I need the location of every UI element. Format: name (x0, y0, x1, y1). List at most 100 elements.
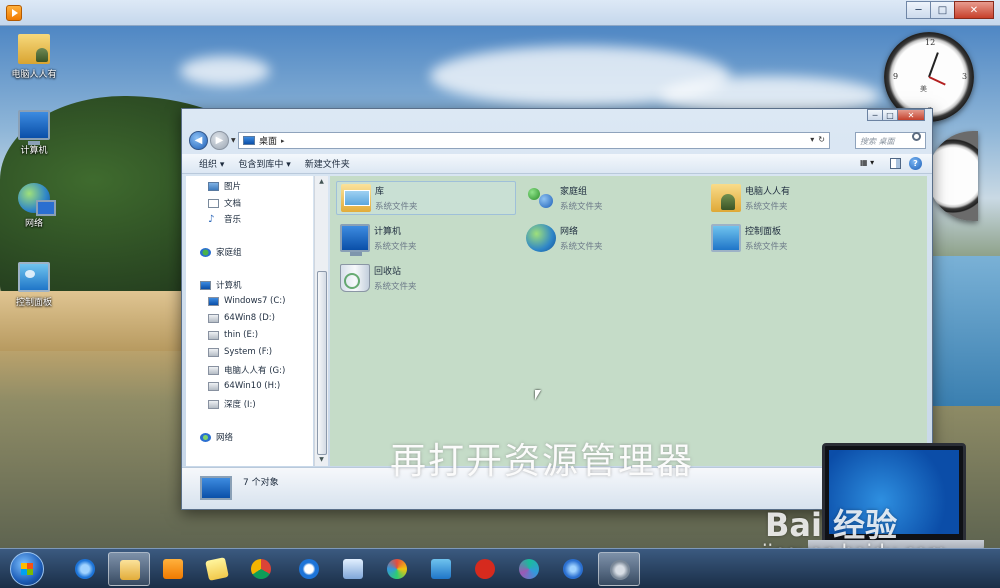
nav-item-drive-g[interactable]: 电脑人人有 (G:) (208, 364, 285, 376)
computer-icon (200, 280, 211, 290)
help-icon[interactable]: ? (909, 157, 922, 170)
computer-icon (18, 110, 50, 145)
nav-item-label: 家庭组 (216, 248, 242, 258)
nav-item-documents[interactable]: 文档 (208, 197, 241, 209)
nav-item-drive-h[interactable]: 64Win10 (H:) (208, 381, 280, 391)
taskbar-chrome[interactable] (240, 552, 282, 586)
recent-pages-dropdown[interactable]: ▼ (231, 137, 236, 144)
change-view-button[interactable]: ▦ ▾ (860, 158, 882, 170)
address-dropdown-icon[interactable]: ▾ (810, 135, 814, 144)
nav-item-drive-e[interactable]: thin (E:) (208, 330, 258, 340)
nav-item-drive-c[interactable]: Windows7 (C:) (208, 296, 285, 306)
nav-item-drive-d[interactable]: 64Win8 (D:) (208, 313, 275, 323)
list-item-user-folder[interactable]: 电脑人人有 系统文件夹 (707, 181, 790, 215)
desktop-icon-computer[interactable]: 计算机 (2, 110, 66, 156)
minimize-button[interactable]: ─ (906, 1, 931, 19)
item-type: 系统文件夹 (374, 282, 417, 292)
player-app-icon (6, 5, 22, 21)
nav-item-computer[interactable]: 计算机 (200, 279, 242, 291)
folder-user-icon (18, 34, 50, 64)
notes-icon (205, 557, 229, 581)
back-button[interactable]: ◀ (189, 131, 208, 150)
taskbar-tool[interactable] (332, 552, 374, 586)
clock-numeral: 3 (962, 72, 968, 81)
taskbar-chess[interactable] (464, 552, 506, 586)
desktop-icon-user-folder[interactable]: 电脑人人有 (2, 34, 66, 80)
list-item-network[interactable]: 网络 系统文件夹 (522, 221, 603, 255)
forward-button[interactable]: ▶ (210, 131, 229, 150)
list-item-library[interactable]: 库 系统文件夹 (336, 181, 516, 215)
control-panel-icon (18, 262, 50, 292)
tutorial-caption: 再打开资源管理器 (390, 441, 695, 482)
start-button[interactable] (10, 552, 44, 586)
taskbar-notes[interactable] (196, 552, 238, 586)
item-name: 家庭组 (560, 187, 588, 197)
taskbar-settings[interactable] (598, 552, 640, 586)
window-controls: ─ □ ✕ (906, 1, 994, 19)
list-item-control-panel[interactable]: 控制面板 系统文件夹 (707, 221, 788, 255)
nav-scrollbar[interactable]: ▲ ▼ (314, 176, 328, 466)
refresh-icon[interactable]: ↻ (818, 135, 825, 144)
drive-icon (208, 347, 219, 357)
close-button[interactable]: ✕ (954, 1, 994, 19)
drive-icon (208, 381, 219, 391)
taskbar-remote[interactable] (420, 552, 462, 586)
nav-item-label: 图片 (224, 182, 242, 192)
new-folder-button[interactable]: 新建文件夹 (305, 157, 350, 170)
taskbar-app[interactable] (508, 552, 550, 586)
address-bar[interactable]: 桌面 ▸ ▾ ↻ (238, 132, 830, 149)
gear-icon (610, 560, 630, 580)
clock-numeral: 9 (893, 72, 899, 81)
nav-item-pictures[interactable]: 图片 (208, 180, 241, 192)
breadcrumb-arrow[interactable]: ▸ (281, 137, 285, 145)
list-item-computer[interactable]: 计算机 系统文件夹 (336, 221, 417, 256)
include-in-library-button[interactable]: 包含到库中 ▾ (238, 157, 290, 170)
desktop-location-icon (200, 476, 232, 500)
toolbar-right: ▦ ▾ ? (860, 157, 922, 170)
explorer-minimize-button[interactable]: ─ (867, 109, 883, 121)
chess-icon (475, 559, 495, 579)
preview-pane-icon[interactable] (890, 158, 901, 169)
taskbar-ie[interactable] (64, 552, 106, 586)
scroll-thumb[interactable] (317, 271, 327, 455)
taskbar-qq-browser[interactable] (288, 552, 330, 586)
app-icon (519, 559, 539, 579)
nav-item-homegroup[interactable]: 家庭组 (200, 246, 242, 258)
search-icon[interactable] (912, 132, 921, 141)
internet-explorer-icon (75, 559, 95, 579)
media-player-icon (163, 559, 183, 579)
taskbar-player[interactable] (152, 552, 194, 586)
nav-item-drive-f[interactable]: System (F:) (208, 347, 272, 357)
item-type: 系统文件夹 (745, 202, 788, 212)
network-icon (18, 183, 56, 216)
nav-item-music[interactable]: ♪ 音乐 (208, 213, 241, 225)
item-type: 系统文件夹 (374, 242, 417, 252)
address-location[interactable]: 桌面 (259, 134, 277, 147)
player-titlebar: ─ □ ✕ (0, 0, 1000, 26)
explorer-close-button[interactable]: ✕ (897, 109, 925, 121)
list-item-recycle-bin[interactable]: 回收站 系统文件夹 (336, 261, 417, 295)
organize-button[interactable]: 组织 ▾ (199, 157, 224, 170)
item-name: 控制面板 (745, 227, 782, 237)
taskbar-paint[interactable] (376, 552, 418, 586)
maximize-button[interactable]: □ (930, 1, 955, 19)
desktop-icon-control-panel[interactable]: 控制面板 (2, 262, 66, 308)
documents-icon (208, 198, 219, 208)
nav-item-label: 64Win10 (H:) (224, 381, 281, 391)
explorer-maximize-button[interactable]: □ (882, 109, 898, 121)
nav-item-drive-i[interactable]: 深度 (I:) (208, 398, 256, 410)
scroll-up-arrow-icon[interactable]: ▲ (315, 176, 328, 188)
desktop-icon-network[interactable]: 网络 (2, 183, 66, 229)
object-count: 7 个对象 (243, 478, 279, 488)
clock-brand: 美 (920, 85, 927, 93)
scroll-down-arrow-icon[interactable]: ▼ (315, 454, 328, 466)
list-item-homegroup[interactable]: 家庭组 系统文件夹 (522, 181, 603, 215)
explorer-window-controls: ─ □ ✕ (867, 109, 925, 121)
clock-gadget-second[interactable] (928, 131, 978, 221)
drive-icon (208, 399, 219, 409)
clock-minute-hand (928, 52, 939, 78)
system-drive-icon (208, 296, 219, 306)
taskbar-explorer[interactable] (108, 552, 150, 586)
taskbar-vm[interactable] (552, 552, 594, 586)
nav-item-network[interactable]: 网络 (200, 431, 233, 443)
